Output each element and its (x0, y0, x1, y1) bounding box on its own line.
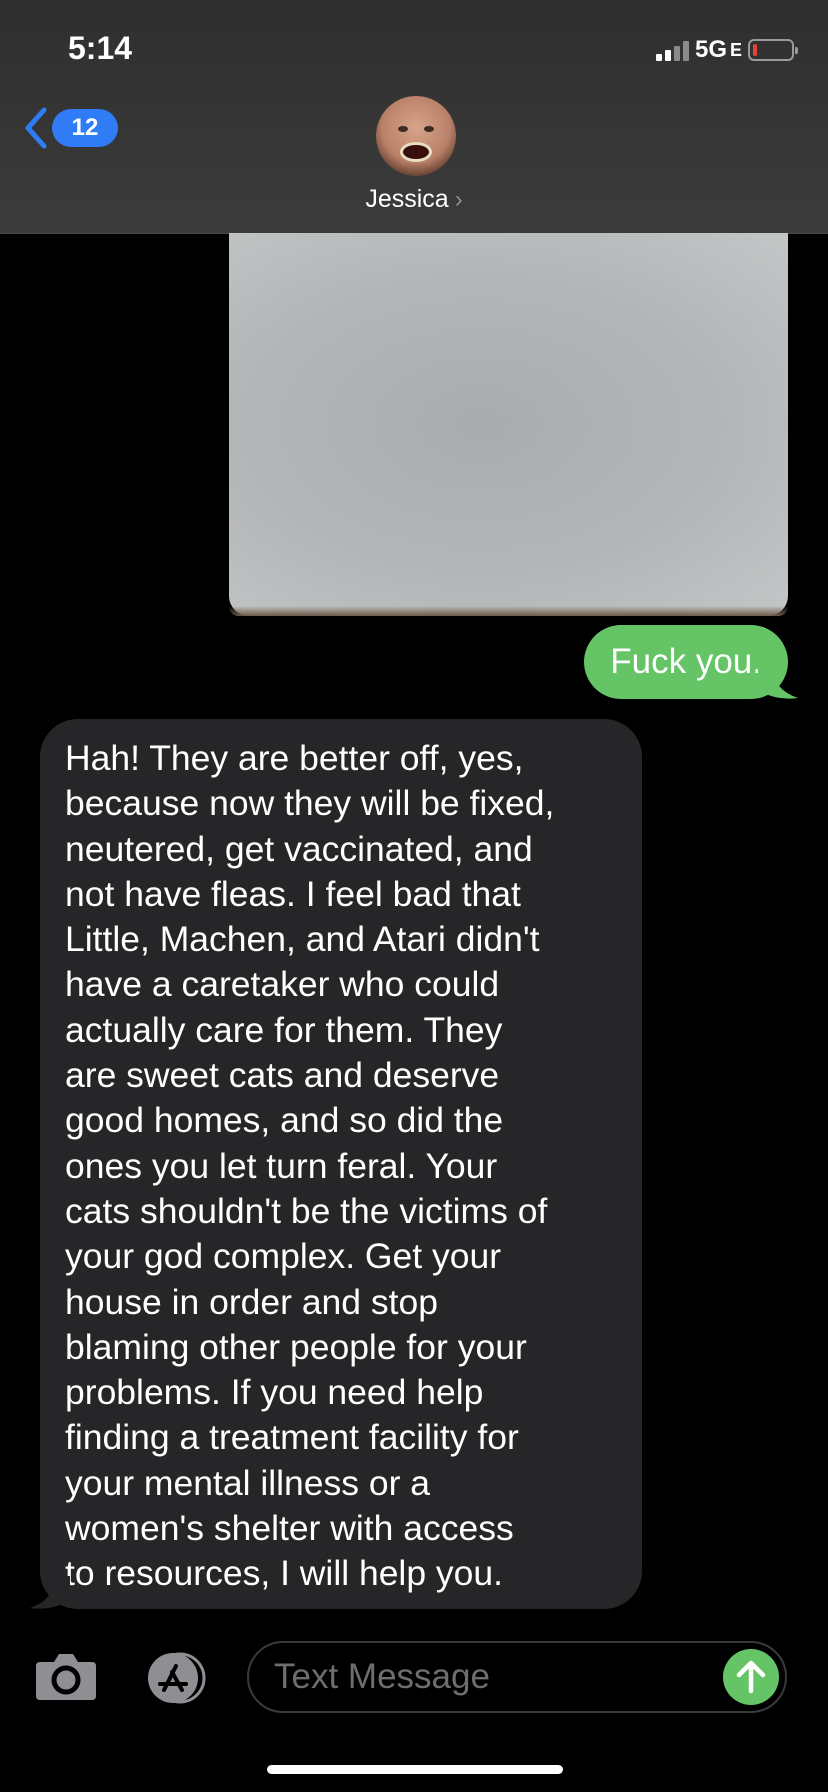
send-button[interactable] (723, 1649, 779, 1705)
sent-bubble-tail (758, 668, 798, 699)
message-line: have a caretaker who could (65, 964, 500, 1005)
status-time: 5:14 (68, 30, 133, 66)
message-line: because now they will be fixed, (65, 783, 555, 824)
send-arrow-icon (736, 1660, 766, 1694)
contact-avatar[interactable] (376, 96, 456, 176)
message-line: finding a treatment facility for (65, 1417, 519, 1458)
message-line: Little, Machen, and Atari didn't (65, 919, 540, 960)
message-text: Fuck you. (610, 642, 762, 681)
message-line: to resources, I will help you. (65, 1553, 504, 1594)
message-line: house in order and stop (65, 1281, 439, 1322)
camera-button[interactable] (34, 1650, 98, 1707)
signal-icon (655, 39, 689, 61)
conversation-header: 5:14 5G E 12 Jessica › (0, 0, 828, 234)
message-line: actually care for them. They (65, 1009, 503, 1050)
received-message-bubble[interactable]: Hah! They are better off, yes, because n… (40, 719, 642, 1609)
message-line: Hah! They are better off, yes, (65, 738, 524, 778)
message-line: ones you let turn feral. Your (65, 1145, 498, 1186)
message-line: good homes, and so did the (65, 1100, 504, 1141)
message-input[interactable]: Text Message (247, 1641, 787, 1713)
message-line: cats shouldn't be the victims of (65, 1190, 548, 1231)
battery-icon (748, 39, 798, 61)
message-line: women's shelter with access (65, 1508, 514, 1549)
message-line: your god complex. Get your (65, 1236, 502, 1277)
battery-level (753, 44, 757, 56)
message-line: are sweet cats and deserve (65, 1055, 500, 1096)
contact-name: Jessica (365, 185, 449, 213)
chevron-left-icon (25, 107, 47, 149)
unread-count-badge: 12 (52, 109, 118, 147)
network-type: 5G (694, 36, 727, 63)
message-line: problems. If you need help (65, 1372, 484, 1413)
message-line: neutered, get vaccinated, and (65, 828, 533, 869)
image-message[interactable] (229, 233, 788, 616)
chevron-right-icon: › (454, 186, 463, 213)
back-button[interactable]: 12 (24, 106, 118, 150)
contact-name-button[interactable]: Jessica › (0, 185, 828, 214)
network-suffix: E (729, 39, 742, 60)
app-store-icon (148, 1652, 206, 1704)
message-input-placeholder: Text Message (274, 1657, 490, 1696)
message-line: blaming other people for your (65, 1326, 527, 1367)
camera-icon (36, 1654, 96, 1700)
received-bubble-tail (30, 1576, 70, 1609)
home-indicator[interactable] (267, 1765, 563, 1774)
message-line: not have fleas. I feel bad that (65, 873, 521, 914)
app-store-button[interactable] (140, 1652, 210, 1704)
status-indicators: 5G E (655, 36, 798, 64)
message-line: your mental illness or a (65, 1462, 431, 1503)
